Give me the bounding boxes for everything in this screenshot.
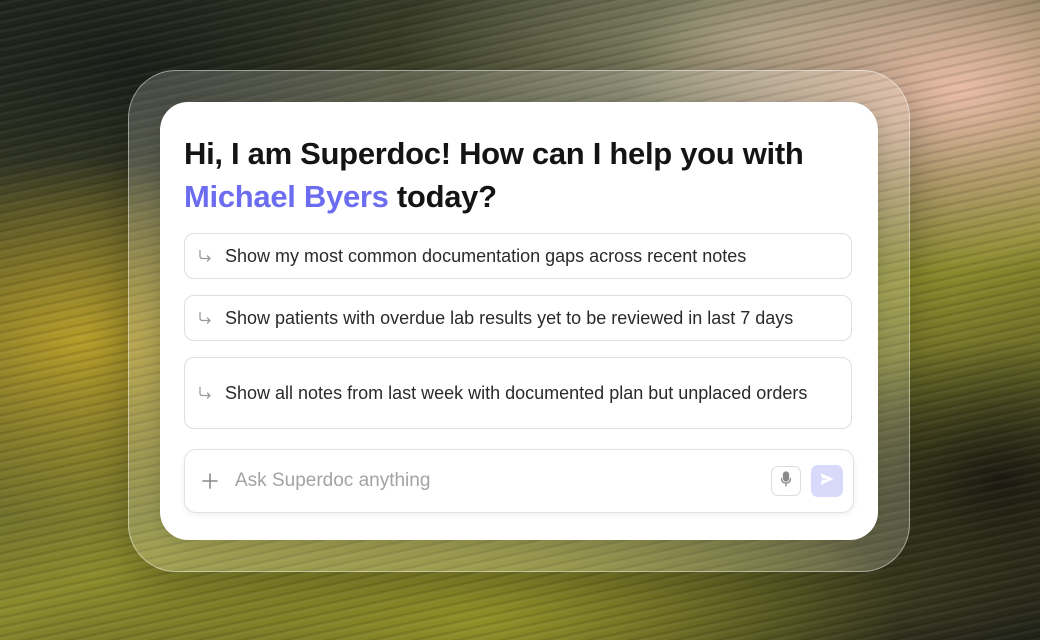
suggestion-label: Show all notes from last week with docum… bbox=[225, 383, 808, 403]
greeting-heading: Hi, I am Superdoc! How can I help you wi… bbox=[184, 132, 864, 218]
suggestion-item-documentation-gaps[interactable]: Show my most common documentation gaps a… bbox=[184, 233, 852, 279]
return-arrow-icon bbox=[185, 249, 225, 263]
suggestion-item-unplaced-orders[interactable]: Show all notes from last week with docum… bbox=[184, 357, 852, 429]
greeting-prefix: Hi, I am Superdoc! How can I help you wi… bbox=[184, 136, 804, 171]
return-arrow-icon bbox=[185, 386, 225, 400]
prompt-bar bbox=[184, 449, 854, 513]
plus-icon[interactable] bbox=[185, 472, 235, 490]
prompt-input[interactable] bbox=[235, 470, 771, 492]
suggestion-label: Show my most common documentation gaps a… bbox=[225, 246, 747, 266]
send-icon bbox=[819, 471, 835, 492]
patient-name: Michael Byers bbox=[184, 179, 389, 214]
suggestion-label: Show patients with overdue lab results y… bbox=[225, 308, 794, 328]
greeting-suffix: today? bbox=[388, 179, 497, 214]
assistant-card: Hi, I am Superdoc! How can I help you wi… bbox=[160, 102, 878, 540]
microphone-button[interactable] bbox=[771, 466, 801, 496]
suggestion-item-overdue-labs[interactable]: Show patients with overdue lab results y… bbox=[184, 295, 852, 341]
microphone-icon bbox=[780, 470, 792, 492]
return-arrow-icon bbox=[185, 311, 225, 325]
send-button[interactable] bbox=[811, 465, 843, 497]
